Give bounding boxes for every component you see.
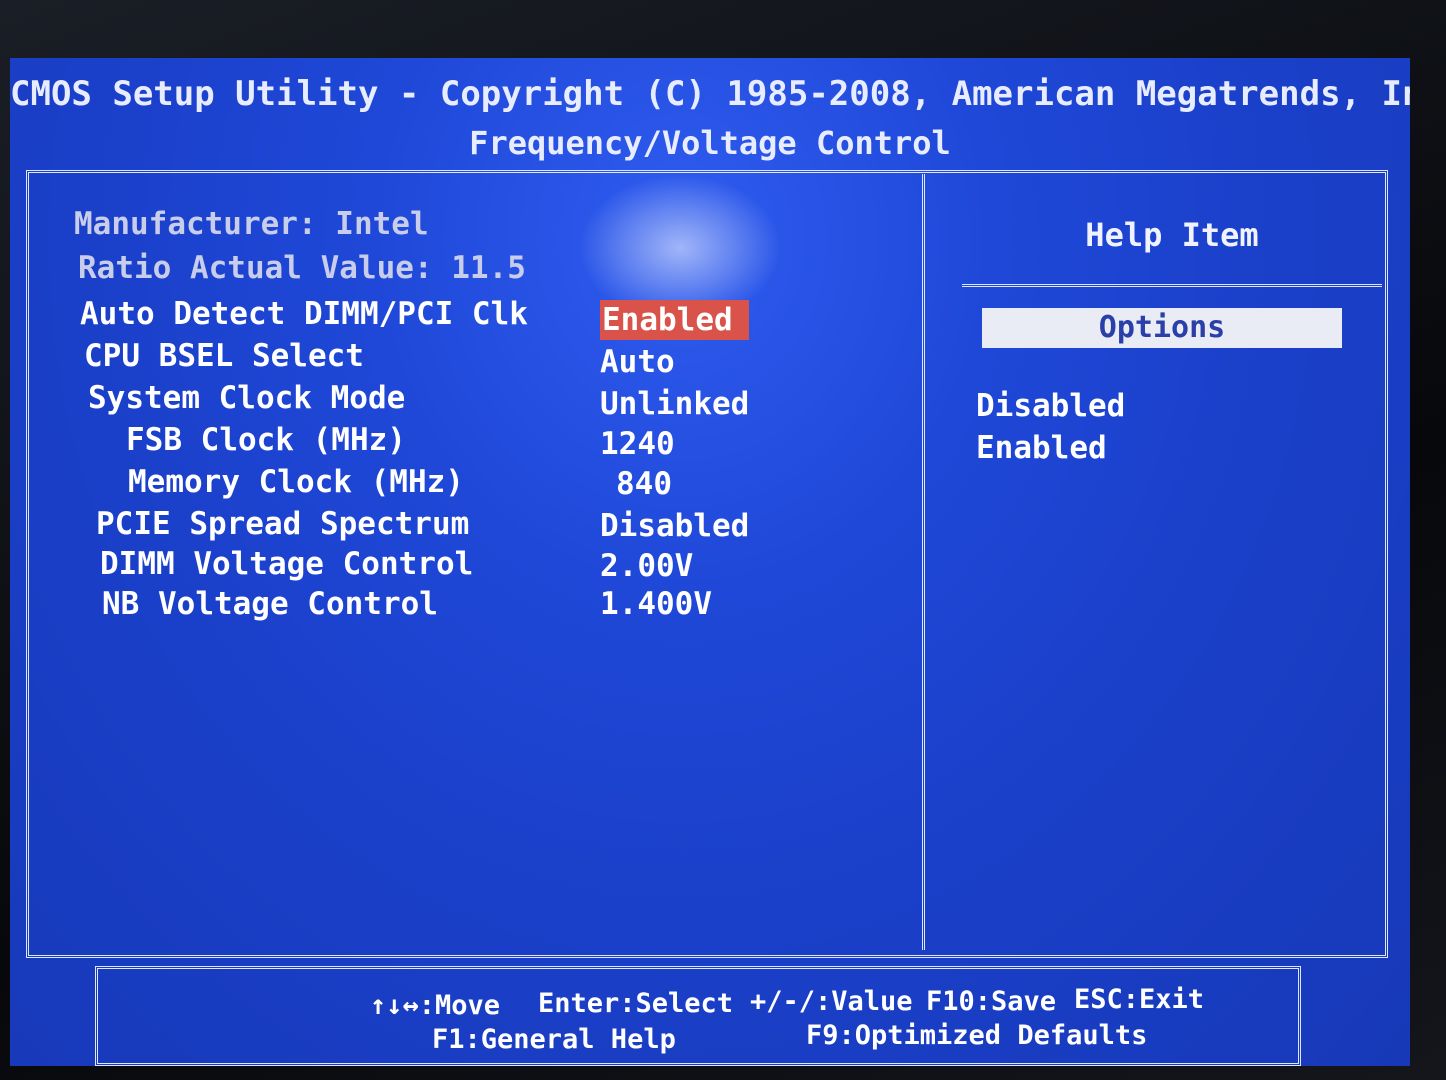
setting-value-dimm-voltage[interactable]: 2.00V <box>600 546 693 586</box>
help-divider-horizontal <box>962 284 1382 287</box>
footer-save-hint: F10:Save <box>926 986 1057 1017</box>
help-option-disabled[interactable]: Disabled <box>976 388 1125 424</box>
ratio-info: Ratio Actual Value: 11.5 <box>78 250 526 286</box>
panel-divider-vertical <box>922 174 925 950</box>
options-header: Options <box>982 308 1342 348</box>
footer-move-hint: ↑↓↔:Move <box>370 990 501 1021</box>
help-option-enabled[interactable]: Enabled <box>976 430 1107 466</box>
setting-label-pcie-spread[interactable]: PCIE Spread Spectrum <box>96 504 469 544</box>
footer-select-hint: Enter:Select <box>538 988 734 1019</box>
setting-label-cpu-bsel[interactable]: CPU BSEL Select <box>84 336 364 376</box>
utility-title: CMOS Setup Utility - Copyright (C) 1985-… <box>10 74 1410 114</box>
setting-label-nb-voltage[interactable]: NB Voltage Control <box>102 584 438 624</box>
setting-value-nb-voltage[interactable]: 1.400V <box>600 584 712 624</box>
page-title: Frequency/Voltage Control <box>469 124 951 162</box>
setting-value-cpu-bsel[interactable]: Auto <box>600 342 675 382</box>
setting-label-fsb-clock[interactable]: FSB Clock (MHz) <box>126 420 406 460</box>
setting-label-auto-detect-clk[interactable]: Auto Detect DIMM/PCI Clk <box>80 294 528 334</box>
footer-value-hint: +/-/:Value <box>750 986 913 1017</box>
setting-label-dimm-voltage[interactable]: DIMM Voltage Control <box>100 544 473 584</box>
footer-exit-hint: ESC:Exit <box>1074 984 1205 1015</box>
footer-general-help-hint: F1:General Help <box>432 1024 676 1055</box>
footer-defaults-hint: F9:Optimized Defaults <box>806 1020 1148 1051</box>
setting-value-fsb-clock[interactable]: 1240 <box>600 424 675 464</box>
help-panel-title: Help Item <box>1085 216 1259 254</box>
setting-value-pcie-spread[interactable]: Disabled <box>600 506 749 546</box>
setting-label-memory-clock[interactable]: Memory Clock (MHz) <box>128 462 464 502</box>
setting-value-auto-detect-clk[interactable]: Enabled <box>600 300 749 340</box>
setting-label-system-clock-mode[interactable]: System Clock Mode <box>88 378 405 418</box>
bios-screen: CMOS Setup Utility - Copyright (C) 1985-… <box>10 58 1410 1066</box>
setting-value-system-clock-mode[interactable]: Unlinked <box>600 384 749 424</box>
setting-value-memory-clock[interactable]: 840 <box>616 464 672 504</box>
manufacturer-info: Manufacturer: Intel <box>74 206 429 242</box>
